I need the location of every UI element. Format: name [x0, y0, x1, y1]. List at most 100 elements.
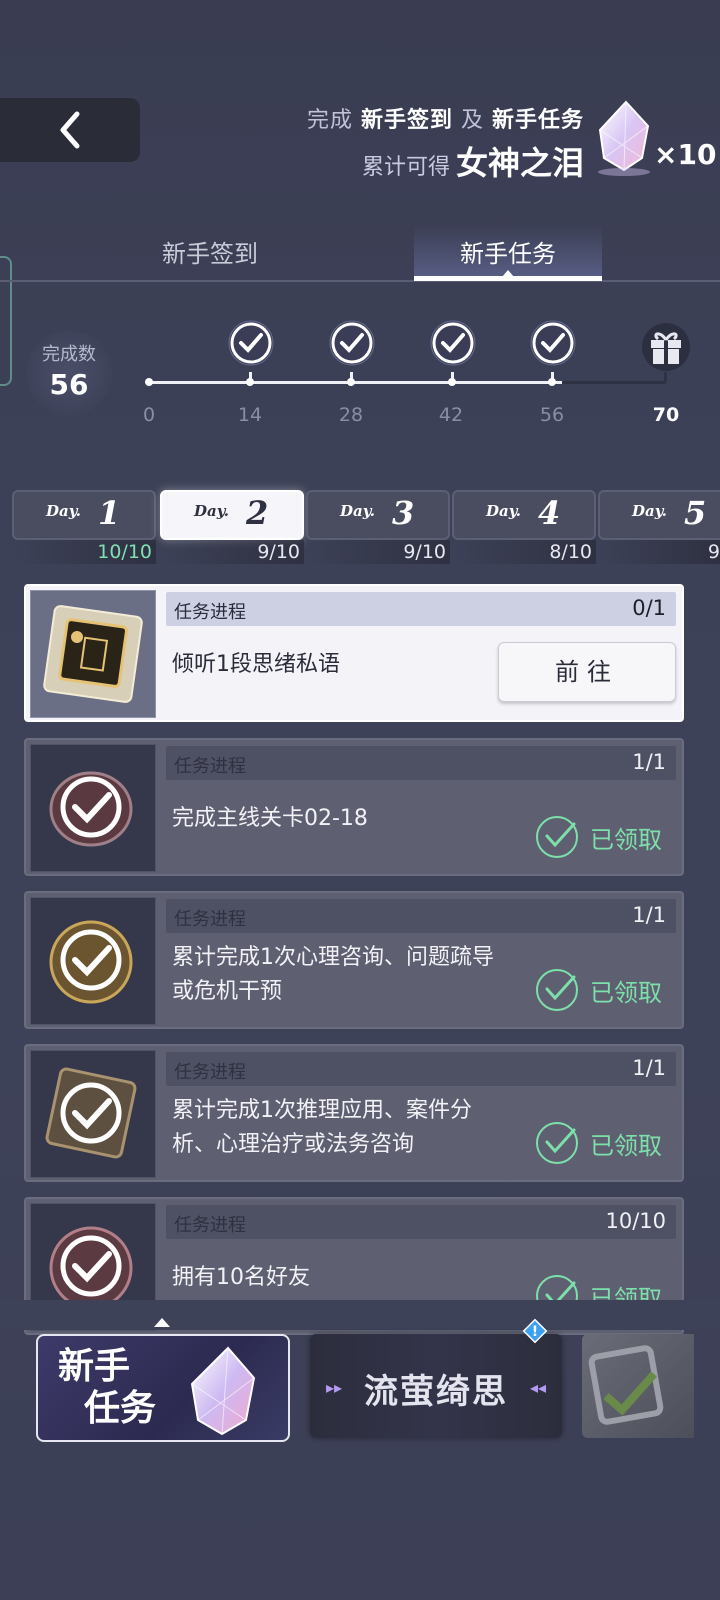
milestone-label: 42	[438, 404, 464, 426]
progress-track	[150, 381, 562, 384]
day-label: Day.	[194, 502, 229, 520]
day-progress: 9/10	[160, 540, 304, 564]
day-label: Day.	[632, 502, 667, 520]
check-medal-icon	[49, 920, 133, 1004]
completion-label: 完成数	[42, 344, 96, 365]
tab-divider	[0, 280, 720, 282]
milestone-label: 56	[539, 404, 565, 426]
gift-icon[interactable]	[640, 322, 692, 372]
claimed-status: 已领取	[534, 967, 662, 1013]
banner-title: 流萤绮思	[364, 1372, 508, 1412]
progress-track-remaining	[562, 381, 666, 384]
progress-dot	[448, 378, 456, 386]
task-progress-bar: 任务进程 1/1	[166, 746, 676, 780]
day-label: Day.	[46, 502, 81, 520]
progress-dot	[347, 378, 355, 386]
promo-prefix: 完成	[306, 108, 353, 133]
day-progress: 9	[598, 540, 720, 564]
banner-tab-firefly[interactable]: ▸▸ 流萤绮思 ◂◂	[310, 1334, 562, 1438]
task-progress-value: 0/1	[632, 596, 666, 620]
task-card: 任务进程 1/1 累计完成1次推理应用、案件分析、心理治疗或法务咨询 已领取	[24, 1044, 684, 1182]
claimed-check-icon	[536, 969, 578, 1011]
day-number: 2	[246, 494, 269, 532]
calendar-icon	[588, 1345, 664, 1425]
day-progress: 8/10	[452, 540, 596, 564]
task-progress-bar: 任务进程 0/1	[166, 592, 676, 626]
task-card: 任务进程 0/1 倾听1段思绪私语 前往	[24, 584, 684, 722]
banner-title-line1: 新手	[58, 1346, 131, 1387]
active-banner-caret-icon	[154, 1318, 170, 1327]
banner-title: 新手 任务	[58, 1346, 156, 1430]
day-progress: 10/10	[12, 540, 156, 564]
check-medal-icon	[45, 1067, 137, 1159]
claimed-status: 已领取	[534, 814, 662, 860]
go-button[interactable]: 前往	[498, 642, 676, 702]
day-tab-5[interactable]: Day. 5	[598, 490, 720, 540]
day-label: Day.	[486, 502, 521, 520]
promo-item-tasks: 新手任务	[491, 108, 584, 133]
reward-count: ×10	[654, 138, 717, 171]
task-text: 累计完成1次心理咨询、问题疏导或危机干预	[172, 945, 494, 1004]
task-text: 累计完成1次推理应用、案件分析、心理治疗或法务咨询	[172, 1098, 472, 1157]
task-card: 任务进程 1/1 完成主线关卡02-18 已领取	[24, 738, 684, 876]
task-progress-value: 10/10	[605, 1209, 666, 1233]
progress-track-end	[664, 372, 667, 382]
task-thumbnail	[30, 897, 156, 1025]
task-card: 任务进程 1/1 累计完成1次心理咨询、问题疏导或危机干预 已领取	[24, 891, 684, 1029]
reward-name: 女神之泪	[455, 144, 584, 182]
day-number: 4	[538, 494, 561, 532]
progress-dot	[548, 378, 556, 386]
chip-icon	[43, 605, 143, 703]
milestone-check-icon[interactable]	[430, 320, 476, 366]
promo-and: 及	[460, 108, 484, 133]
day-number: 1	[98, 494, 121, 532]
day-label: Day.	[340, 502, 375, 520]
task-text: 拥有10名好友	[172, 1265, 310, 1290]
milestone-check-icon[interactable]	[530, 320, 576, 366]
task-progress-value: 1/1	[632, 750, 666, 774]
reward-promo: 完成 新手签到 及 新手任务 累计可得 女神之泪	[307, 102, 584, 184]
milestone-label-final: 70	[652, 404, 680, 426]
completion-counter: 完成数 56	[26, 330, 112, 416]
day-tab-2[interactable]: Day. 2	[160, 490, 304, 540]
promo-item-signin: 新手签到	[360, 108, 453, 133]
milestone-label: 14	[237, 404, 263, 426]
task-progress-label: 任务进程	[174, 602, 246, 623]
day-tab-4[interactable]: Day. 4	[452, 490, 596, 540]
day-tab-1[interactable]: Day. 1	[12, 490, 156, 540]
arrow-left-icon: ◂◂	[529, 1378, 546, 1397]
milestone-check-icon[interactable]	[329, 320, 375, 366]
back-button[interactable]	[0, 98, 140, 162]
task-thumbnail	[30, 590, 156, 718]
task-progress-label: 任务进程	[174, 909, 246, 930]
task-thumbnail	[30, 744, 156, 872]
tear-gem-icon	[598, 100, 650, 176]
day-progress: 9/10	[306, 540, 450, 564]
task-text: 倾听1段思绪私语	[172, 652, 340, 677]
task-progress-bar: 任务进程 10/10	[166, 1205, 676, 1239]
task-progress-value: 1/1	[632, 903, 666, 927]
banner-tab-newbie-tasks[interactable]: 新手 任务	[36, 1334, 290, 1442]
milestone-check-icon[interactable]	[228, 320, 274, 366]
claimed-check-icon	[536, 816, 578, 858]
banner-tab-partial[interactable]	[582, 1334, 694, 1438]
list-fade	[0, 1300, 720, 1330]
tab-signin[interactable]: 新手签到	[116, 226, 304, 282]
task-thumbnail	[30, 1050, 156, 1178]
task-text: 完成主线关卡02-18	[172, 806, 368, 831]
check-medal-icon	[49, 771, 133, 847]
task-progress-label: 任务进程	[174, 1215, 246, 1236]
progress-dot	[246, 378, 254, 386]
task-progress-bar: 任务进程 1/1	[166, 899, 676, 933]
day-tab-3[interactable]: Day. 3	[306, 490, 450, 540]
task-progress-bar: 任务进程 1/1	[166, 1052, 676, 1086]
claimed-check-icon	[536, 1122, 578, 1164]
completion-value: 56	[49, 368, 89, 401]
banner-title-line2: 任务	[84, 1388, 157, 1429]
tab-bar: 新手签到 新手任务	[0, 226, 720, 282]
task-progress-label: 任务进程	[174, 1062, 246, 1083]
notice-badge-icon: !	[522, 1318, 548, 1344]
day-number: 5	[684, 494, 707, 532]
tear-gem-icon	[190, 1346, 256, 1436]
milestone-label: 28	[338, 404, 364, 426]
